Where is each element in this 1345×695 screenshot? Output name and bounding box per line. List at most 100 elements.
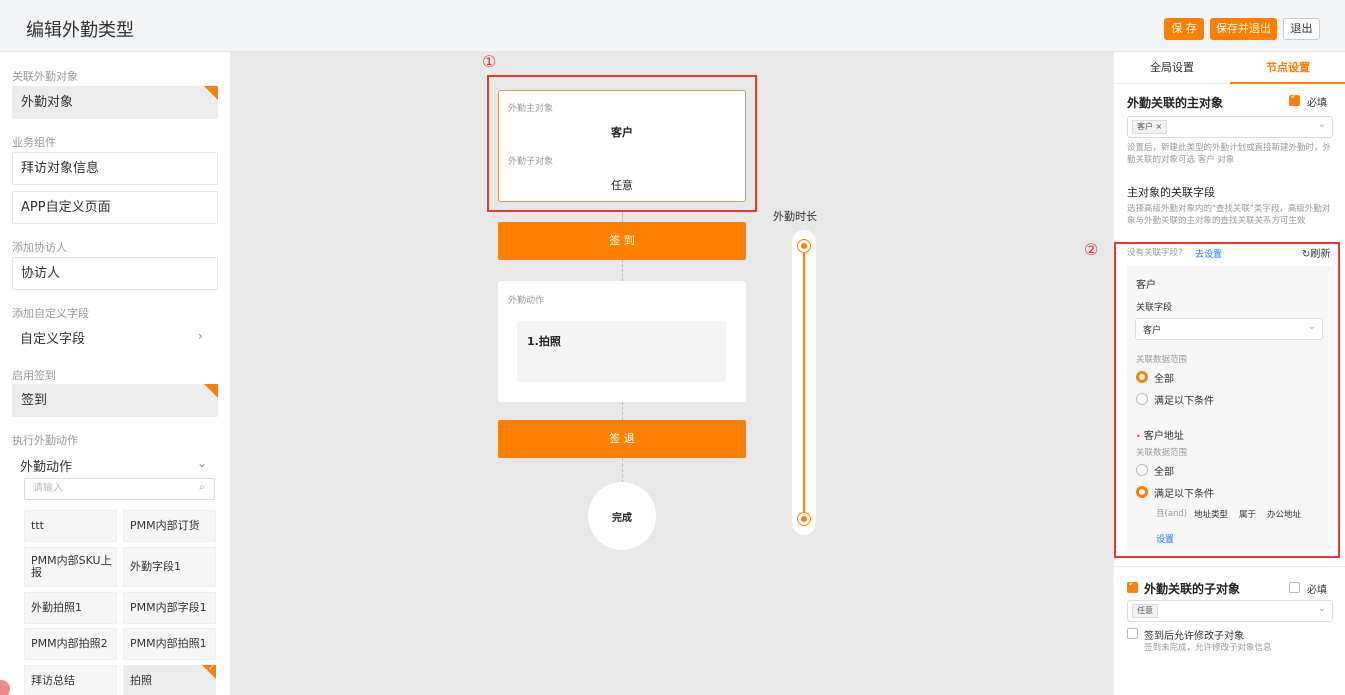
selected-check-icon [202,664,216,679]
action-node-label: 外勤动作 [508,296,545,306]
duration-start-handle[interactable] [798,240,810,252]
chevron-down-icon: ⌄ [1317,603,1326,614]
assist-item[interactable]: 协访人 [12,257,218,290]
done-text: 完成 [612,513,632,524]
relation-field-desc: 选择高级外勤对象内的"查找关联"类字段，高级外勤对象与外勤关联的主对象的查找关联… [1127,204,1331,227]
checkin-node[interactable]: 签 到 [498,222,746,260]
checkout-node[interactable]: 签 退 [498,420,746,458]
related-object-item[interactable]: 外勤对象 [12,85,218,119]
main-object-value: 客户 [611,126,633,139]
scope-condition-radio[interactable] [1136,393,1148,405]
annotation-marker-1: ① [482,52,497,71]
sub-object-title: 外勤关联的子对象 [1144,582,1241,596]
condition-operator: 属于 [1239,510,1257,520]
tab-node-settings[interactable]: 节点设置 [1230,52,1345,84]
condition-field: 地址类型 [1194,510,1229,520]
assist-label: 添加协访人 [12,241,67,254]
action-item[interactable]: PMM内部拍照1 [123,628,216,660]
duration-track [792,230,816,535]
custom-field-item[interactable]: 自定义字段 [20,328,85,347]
address-condition-label: 满足以下条件 [1154,489,1214,500]
sub-object-label: 外勤子对象 [508,157,554,167]
sub-required-label: 必填 [1307,585,1327,596]
done-node[interactable]: 完成 [588,482,656,550]
main-required-checkbox[interactable] [1289,92,1300,106]
main-required-label: 必填 [1307,98,1327,109]
page-header: 编辑外勤类型 保 存 保存并退出 退出 [0,0,1345,52]
sub-object-tag: 任意 [1132,604,1158,618]
business-component-label: 业务组件 [12,136,56,149]
flow-connector [622,260,623,281]
relation-field-select[interactable]: 客户 ⌄ [1135,318,1323,340]
business-item-visit-info[interactable]: 拜访对象信息 [12,152,218,185]
action-item[interactable]: ttt [24,510,117,542]
action-item[interactable]: PMM内部订货 [123,510,216,542]
flow-connector [622,458,623,483]
chevron-down-icon[interactable]: ⌄ [197,456,207,470]
action-item[interactable]: PMM内部字段1 [123,592,216,624]
relation-field-title: 主对象的关联字段 [1127,186,1215,199]
duration-label: 外勤时长 [773,210,817,223]
main-object-tag: 客户 × [1132,120,1168,134]
allow-edit-label: 签到后允许修改子对象 [1144,631,1244,642]
float-dot-icon[interactable] [0,680,10,695]
action-item[interactable]: 拜访总结 [24,665,117,695]
main-object-label: 外勤主对象 [508,104,554,114]
no-field-text: 没有关联字段? [1127,248,1183,258]
relation-block-title: 客户 [1136,280,1156,291]
relation-field-label: 关联字段 [1136,303,1173,313]
condition-value: 办公地址 [1267,510,1302,520]
main-object-desc: 设置后，新建此类型的外勤计划或直接新建外勤时，外勤关联的对象可选 客户 对象 [1127,143,1332,166]
duration-line [803,245,805,518]
action-label: 执行外勤动作 [12,434,78,447]
action-group[interactable]: 外勤动作 [20,456,72,475]
allow-edit-checkbox[interactable] [1127,628,1138,639]
action-node-card[interactable]: 外勤动作 1.拍照 [498,281,746,402]
action-step-item[interactable]: 1.拍照 [517,321,726,382]
go-settings-link[interactable]: 去设置 [1195,247,1222,260]
annotation-marker-2: ② [1084,240,1099,259]
tab-global-settings[interactable]: 全局设置 [1114,52,1230,84]
scope-condition-label: 满足以下条件 [1154,396,1214,407]
action-item[interactable]: 外勤字段1 [123,547,216,587]
checkin-item[interactable]: 签到 [12,383,218,417]
checkin-item-text: 签到 [21,393,48,408]
component-panel: 关联外勤对象 外勤对象 业务组件 拜访对象信息 APP自定义页面 添加协访人 协… [0,52,230,695]
action-item-photo[interactable]: 拍照 [123,664,216,695]
chevron-down-icon: ⌄ [1317,119,1326,130]
scope-label: 关联数据范围 [1136,355,1188,365]
action-item[interactable]: 外勤拍照1 [24,592,117,624]
action-item[interactable]: PMM内部SKU上报 [24,547,117,587]
relation-block: 客户 关联字段 客户 ⌄ 关联数据范围 全部 满足以下条件 • 客户地址 关联数… [1127,266,1333,550]
selected-check-icon [204,85,218,116]
object-node-card[interactable]: 外勤主对象 客户 外勤子对象 任意 [498,90,746,202]
related-object-text: 外勤对象 [21,95,74,110]
duration-end-handle[interactable] [798,513,810,525]
search-icon: ⌕ [199,482,205,493]
sub-object-checkbox[interactable] [1127,579,1138,593]
custom-field-label: 添加自定义字段 [12,307,89,320]
action-search-input[interactable]: 请输入 [24,478,215,500]
condition-set-link[interactable]: 设置 [1156,532,1174,545]
checkin-label: 启用签到 [12,369,56,382]
main-object-select[interactable]: 客户 × ⌄ [1127,116,1333,138]
save-button[interactable]: 保 存 [1164,18,1204,40]
exit-button[interactable]: 退出 [1283,18,1320,40]
address-all-radio[interactable] [1136,464,1148,476]
sub-object-select[interactable]: 任意 ⌄ [1127,600,1333,622]
sub-required-checkbox[interactable] [1289,582,1300,593]
flow-connector [622,212,623,222]
save-exit-button[interactable]: 保存并退出 [1210,18,1277,40]
divider [1114,566,1345,567]
address-condition-radio[interactable] [1136,486,1148,498]
scope-all-radio[interactable] [1136,371,1148,383]
refresh-button[interactable]: ↻刷新 [1302,245,1330,260]
address-title: • 客户地址 [1136,431,1184,442]
address-all-label: 全部 [1154,467,1174,478]
business-item-app-page[interactable]: APP自定义页面 [12,191,218,224]
flow-connector [622,402,623,420]
chevron-down-icon: ⌄ [1307,321,1316,332]
action-step-text: 1.拍照 [527,335,561,348]
chevron-right-icon[interactable]: › [198,329,203,343]
action-item[interactable]: PMM内部拍照2 [24,628,117,660]
